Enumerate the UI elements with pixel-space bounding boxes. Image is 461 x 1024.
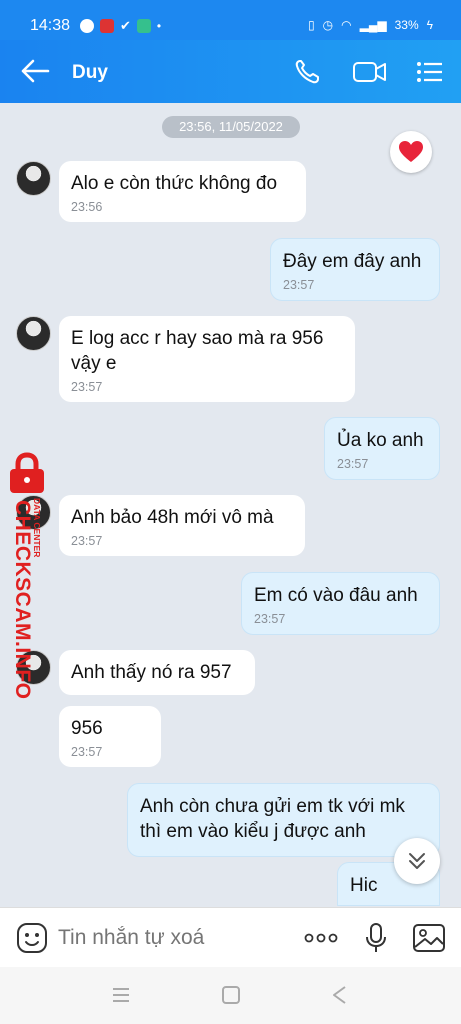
avatar[interactable] [16, 316, 51, 351]
signal-icon: ▂▄▆ [359, 18, 387, 32]
message-bubble[interactable]: Ủa ko anh 23:57 [324, 417, 440, 480]
emoji-icon[interactable] [16, 922, 48, 954]
message-time: 23:57 [337, 457, 369, 471]
message-time: 23:57 [254, 612, 286, 626]
contact-name[interactable]: Duy [72, 62, 108, 84]
microphone-icon[interactable] [358, 922, 394, 954]
alarm-icon: ◷ [322, 18, 334, 32]
back-nav-icon[interactable] [329, 985, 351, 1005]
arrow-left-icon[interactable] [20, 58, 50, 84]
message-bubble[interactable]: Anh còn chưa gửi em tk với mk thì em vào… [127, 783, 440, 857]
watermark: CHECKSCAM.INFO DATA CENTER [2, 452, 50, 700]
message-text: Anh còn chưa gửi em tk với mk thì em vào… [140, 796, 405, 842]
message-text: E log acc r hay sao mà ra 956 vậy e [71, 328, 324, 374]
status-bar: 14:38 ✔ • ▯ ◷ ◠ ▂▄▆ 33% ϟ [0, 0, 461, 40]
list-menu-icon[interactable] [414, 57, 446, 87]
message-time: 23:57 [283, 278, 315, 292]
recent-apps-icon[interactable] [110, 985, 132, 1005]
message-text: Đây em đây anh [283, 251, 422, 272]
date-separator: 23:56, 11/05/2022 [162, 116, 300, 138]
phone-icon[interactable] [292, 57, 324, 87]
chat-header: Duy [0, 40, 461, 103]
mail-icon [100, 19, 114, 33]
message-text: 956 [71, 718, 103, 739]
message-bubble[interactable]: Đây em đây anh 23:57 [270, 238, 440, 301]
image-icon[interactable] [411, 922, 447, 954]
check-icon: ✔ [120, 18, 131, 33]
system-icons: ▯ ◷ ◠ ▂▄▆ 33% ϟ [308, 18, 433, 32]
chevron-double-down-icon[interactable] [394, 838, 440, 884]
watermark-text: CHECKSCAM.INFO [11, 500, 34, 700]
notification-icons: ✔ • [80, 18, 161, 34]
message-text: Anh thấy nó ra 957 [71, 662, 232, 683]
message-text: Em có vào đâu anh [254, 585, 418, 606]
message-bubble[interactable]: Alo e còn thức không đo 23:56 [59, 161, 306, 222]
app-icon [136, 19, 151, 33]
messenger-icon [80, 19, 94, 33]
message-bubble[interactable]: Anh thấy nó ra 957 [59, 650, 255, 695]
message-text: Alo e còn thức không đo [71, 173, 278, 194]
home-icon[interactable] [220, 985, 242, 1005]
message-input[interactable] [58, 924, 278, 952]
avatar[interactable] [16, 161, 51, 196]
more-dots-icon[interactable] [303, 922, 339, 954]
heart-icon[interactable] [390, 131, 432, 173]
message-composer [0, 907, 461, 967]
message-bubble[interactable]: 956 23:57 [59, 706, 161, 767]
message-time: 23:56 [71, 200, 103, 214]
status-time: 14:38 [30, 17, 71, 34]
message-text: Ủa ko anh [337, 430, 424, 451]
charging-icon: ϟ [426, 18, 433, 32]
dot-icon: • [156, 19, 162, 33]
message-text: Anh bảo 48h mới vô mà [71, 507, 274, 528]
watermark-subtext: DATA CENTER [32, 498, 42, 558]
message-time: 23:57 [71, 380, 103, 394]
message-bubble[interactable]: E log acc r hay sao mà ra 956 vậy e 23:5… [59, 316, 355, 402]
vibrate-icon: ▯ [308, 18, 315, 32]
wifi-icon: ◠ [341, 18, 352, 32]
system-nav-bar [0, 967, 461, 1024]
lock-icon [10, 452, 44, 493]
message-time: 23:57 [71, 745, 103, 759]
message-bubble[interactable]: Em có vào đâu anh 23:57 [241, 572, 440, 635]
video-camera-icon[interactable] [352, 57, 388, 87]
battery-level: 33% [394, 18, 419, 32]
message-time: 23:57 [71, 534, 103, 548]
message-bubble[interactable]: Anh bảo 48h mới vô mà 23:57 [59, 495, 305, 556]
